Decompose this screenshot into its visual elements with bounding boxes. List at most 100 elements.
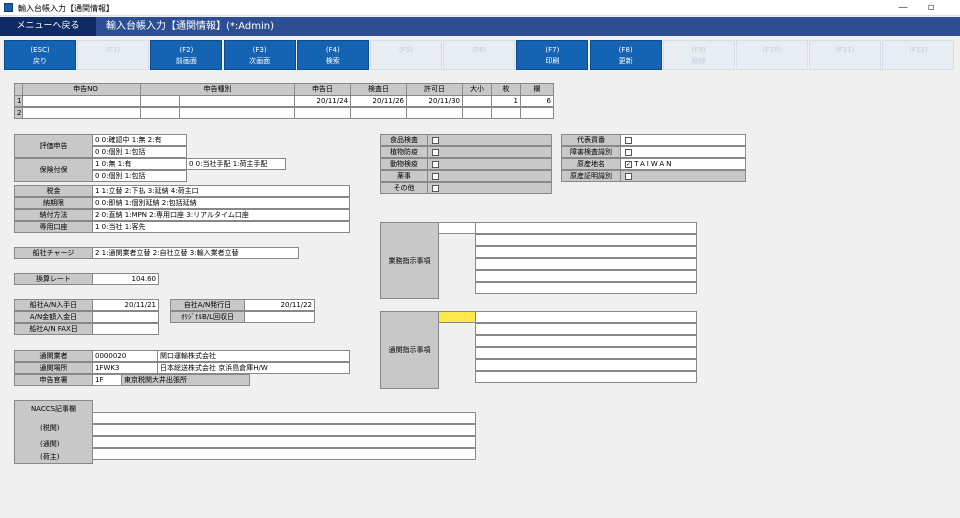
check-field[interactable] <box>427 158 552 170</box>
daihyo-label: 代表貨番 <box>561 134 621 146</box>
fkey-f4[interactable]: (F4) 検索 <box>296 40 369 70</box>
kansho-code[interactable]: 1F <box>92 374 122 386</box>
senyo-field[interactable]: 1 0:当社 1:客先 <box>92 221 350 233</box>
function-key-bar: (ESC) 戻り (F1) (F2) 前画面 (F3) 次画面 (F4) 検索 (F5) (F6) (… <box>4 40 956 70</box>
shogai-checkbox[interactable] <box>625 148 632 156</box>
tsukan-basho-name: 日本総送株式会社 京浜島倉庫H/W <box>157 362 350 374</box>
nofu-field[interactable]: 2 0:直納 1:MPN 2:専用口座 3:リアルタイム口座 <box>92 209 350 221</box>
daihyo-field[interactable] <box>620 134 746 146</box>
check-field[interactable] <box>427 182 552 194</box>
grid-cell-shubetsu2[interactable] <box>179 95 295 107</box>
an-fax-field[interactable] <box>92 323 159 335</box>
nofu-label: 納付方法 <box>14 209 93 221</box>
gensanchi-field[interactable]: ✓ TAIWAN <box>620 158 746 170</box>
tsukan-basho-label: 通関場所 <box>14 362 93 374</box>
tsukan-shiji-line[interactable] <box>475 359 697 371</box>
fkey-code: (F6) <box>472 46 487 54</box>
hoken-field-1[interactable]: 1 0:無 1:有 <box>92 158 187 170</box>
gyomu-code-1[interactable] <box>438 222 476 234</box>
tsukan-shiji-code-1[interactable] <box>438 311 476 323</box>
back-to-menu-button[interactable]: メニューへ戻る <box>0 17 96 36</box>
tsukan-shiji-line[interactable] <box>475 335 697 347</box>
gensan-shomei-checkbox[interactable] <box>625 172 632 180</box>
fkey-label: 検索 <box>325 57 340 65</box>
fkey-label: 前画面 <box>175 57 197 65</box>
grid-cell-shinkoku_no[interactable] <box>22 95 141 107</box>
nokigen-field[interactable]: 0 0:即納 1:個別延納 2:包括延納 <box>92 197 350 209</box>
check-field[interactable] <box>427 134 552 146</box>
tsukan-basho-code[interactable]: 1FWK3 <box>92 362 158 374</box>
checkbox[interactable] <box>432 148 439 156</box>
naccs-line-1[interactable] <box>92 412 476 424</box>
hyoka-field-1[interactable]: 0 0:確認中 1:無 2:有 <box>92 134 187 146</box>
tsukan-gyosha-code[interactable]: 0000020 <box>92 350 158 362</box>
gyomu-line[interactable] <box>475 222 697 234</box>
fkey-f11: (F11) <box>809 40 882 70</box>
grid-cell-shubetsu1[interactable] <box>140 107 180 119</box>
grid-cell-shubetsu2[interactable] <box>179 107 295 119</box>
gensanchi-checkbox[interactable]: ✓ <box>625 160 632 168</box>
grid-cell-kyoka_bi[interactable] <box>406 107 463 119</box>
gyomu-line[interactable] <box>475 246 697 258</box>
grid-cell-mai[interactable] <box>491 107 521 119</box>
fkey-code: (F5) <box>399 46 413 54</box>
fkey-f8[interactable]: (F8) 更新 <box>589 40 662 70</box>
hoken-field-2[interactable]: 0 0:個別 1:包括 <box>92 170 187 182</box>
gyomu-line[interactable] <box>475 270 697 282</box>
an-nyushu-field[interactable]: 20/11/21 <box>92 299 159 311</box>
bl-field[interactable] <box>244 311 315 323</box>
checkbox[interactable] <box>432 136 439 144</box>
grid-cell-daisho[interactable] <box>462 107 492 119</box>
grid-cell-daisho[interactable] <box>462 95 492 107</box>
tsukan-shiji-line[interactable] <box>475 323 697 335</box>
check-field[interactable] <box>427 146 552 158</box>
gyomu-line[interactable] <box>475 282 697 294</box>
gensan-shomei-field[interactable] <box>620 170 746 182</box>
an-nyukin-field[interactable] <box>92 311 159 323</box>
naccs-line-2[interactable] <box>92 424 476 436</box>
fkey-f2[interactable]: (F2) 前画面 <box>150 40 223 70</box>
grid-cell-shinkoku_bi[interactable] <box>294 107 351 119</box>
tsukan-shiji-line[interactable] <box>475 311 697 323</box>
grid-cell-ran[interactable] <box>520 107 554 119</box>
check-field[interactable] <box>427 170 552 182</box>
fkey-label: 削除 <box>691 57 706 65</box>
rate-field[interactable]: 104.60 <box>92 273 159 285</box>
naccs-line-3[interactable] <box>92 436 476 448</box>
gyomu-line[interactable] <box>475 234 697 246</box>
shogai-label: 障害検査識別 <box>561 146 621 158</box>
grid-cell-shinkoku_bi[interactable]: 20/11/24 <box>294 95 351 107</box>
zeikin-field[interactable]: 1 1:立替 2:下払 3:延納 4:荷主口 <box>92 185 350 197</box>
grid-cell-kyoka_bi[interactable]: 20/11/30 <box>406 95 463 107</box>
gyomu-line[interactable] <box>475 258 697 270</box>
hoken-tehai-field[interactable]: 0 0:当社手配 1:荷主手配 <box>186 158 286 170</box>
fkey-code: (F1) <box>106 46 121 54</box>
tsukan-shiji-line[interactable] <box>475 371 697 383</box>
check-label: 食品検査 <box>380 134 428 146</box>
grid-cell-mai[interactable]: 1 <box>491 95 521 107</box>
hyoka-field-2[interactable]: 0 0:個別 1:包括 <box>92 146 187 158</box>
fkey-f3[interactable]: (F3) 次画面 <box>223 40 296 70</box>
grid-cell-ran[interactable]: 6 <box>520 95 554 107</box>
jisha-an-label: 自社A/N発行日 <box>170 299 245 311</box>
naccs-line-4[interactable] <box>92 448 476 460</box>
checkbox[interactable] <box>432 184 439 192</box>
minimize-button[interactable]: — <box>892 1 914 15</box>
grid-cell-kensa_bi[interactable] <box>350 107 407 119</box>
checkbox[interactable] <box>432 160 439 168</box>
tsukan-gyosha-label: 通関業者 <box>14 350 93 362</box>
tsukan-shiji-line[interactable] <box>475 347 697 359</box>
jisha-an-field[interactable]: 20/11/22 <box>244 299 315 311</box>
shogai-field[interactable] <box>620 146 746 158</box>
charge-field[interactable]: 2 1:通関業者立替 2:自社立替 3:輸入業者立替 <box>92 247 299 259</box>
restore-button[interactable]: ▫ <box>920 1 942 15</box>
grid-cell-shinkoku_no[interactable] <box>22 107 141 119</box>
menu-bar: メニューへ戻る 輸入台帳入力【通関情報】(*:Admin) <box>0 17 960 36</box>
fkey-esc[interactable]: (ESC) 戻り <box>4 40 76 70</box>
daihyo-checkbox[interactable] <box>625 136 632 144</box>
fkey-f7[interactable]: (F7) 印刷 <box>516 40 589 70</box>
grid-cell-kensa_bi[interactable]: 20/11/26 <box>350 95 407 107</box>
grid-cell-shubetsu1[interactable] <box>140 95 180 107</box>
checkbox[interactable] <box>432 172 439 180</box>
fkey-code: (F10) <box>762 46 782 54</box>
